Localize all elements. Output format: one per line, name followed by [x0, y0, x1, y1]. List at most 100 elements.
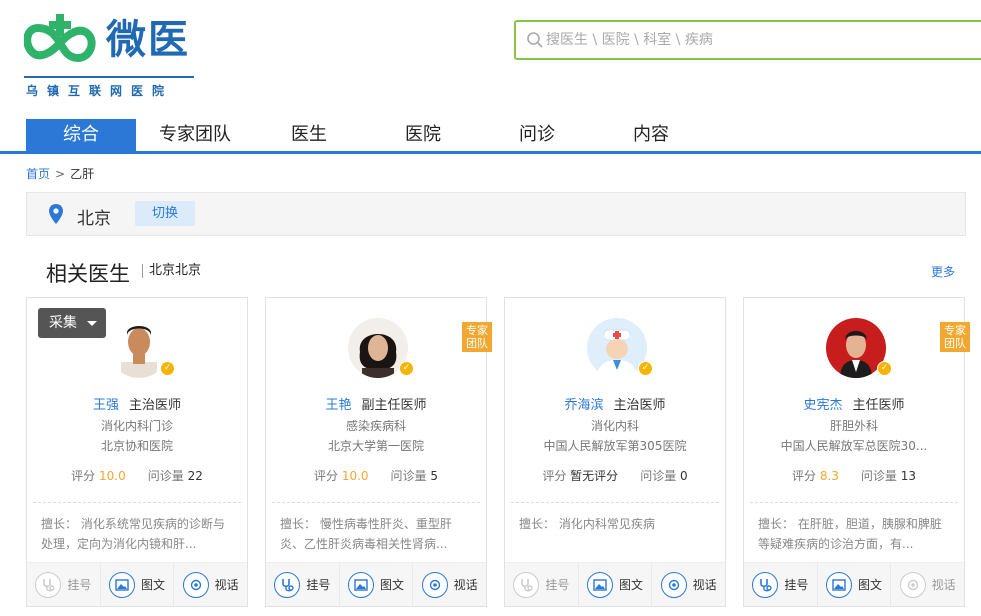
current-city: 北京	[77, 209, 111, 229]
location-pin-icon	[49, 204, 63, 224]
tab-expert-team[interactable]: 专家团队	[140, 119, 250, 151]
expert-team-badge: 专家团队	[462, 322, 492, 352]
register-label: 挂号	[306, 578, 331, 592]
breadcrumb-home-link[interactable]: 首页	[26, 167, 50, 181]
register-label: 挂号	[545, 578, 570, 592]
score-value: 暂无评分	[570, 469, 619, 483]
doctor-name[interactable]: 史宪杰	[803, 398, 842, 413]
avatar[interactable]: ✓	[826, 318, 892, 378]
register-button[interactable]: 挂号	[27, 563, 101, 606]
text-consult-button[interactable]: 图文	[101, 563, 175, 606]
doctor-card[interactable]: ✓ 王强 主治医师 消化内科门诊 北京协和医院 评分 10.0 问诊量 22 擅长：…	[26, 297, 248, 607]
doctor-hospital[interactable]: 中国人民解放军第305医院	[505, 437, 725, 454]
doctor-skill: 擅长： 消化系统常见疾病的诊断与处理，定向为消化内镜和肝...	[41, 514, 235, 556]
text-consult-label: 图文	[380, 578, 405, 592]
text-consult-label: 图文	[858, 578, 883, 592]
avatar[interactable]: ✓	[587, 318, 653, 378]
doctor-title: 副主任医师	[361, 398, 427, 413]
doctor-skill: 擅长： 在肝脏，胆道，胰腺和脾脏等疑难疾病的诊治方面，有...	[758, 514, 952, 556]
doctor-card[interactable]: ✓ 乔海滨 主治医师 消化内科 中国人民解放军第305医院 评分 暂无评分 问诊量 …	[504, 297, 726, 607]
doctor-actions: 挂号 图文 视话	[266, 562, 486, 606]
doctor-hospital[interactable]: 北京协和医院	[27, 437, 247, 454]
video-icon	[182, 571, 209, 598]
video-consult-button[interactable]: 视话	[891, 563, 964, 606]
doctor-department: 消化内科	[590, 419, 639, 433]
skill-prefix: 擅长：	[519, 517, 556, 531]
video-consult-button[interactable]: 视话	[652, 563, 725, 606]
tab-comprehensive[interactable]: 综合	[26, 119, 136, 151]
expert-team-badge: 专家团队	[940, 322, 970, 352]
text-consult-label: 图文	[619, 578, 644, 592]
doctor-name-line: 王强 主治医师	[27, 394, 247, 413]
doctor-department: 肝胆外科	[829, 419, 878, 433]
image-icon	[587, 571, 613, 598]
score-label: 评分	[313, 469, 338, 483]
skill-prefix: 擅长：	[41, 517, 78, 531]
consults-value: 0	[680, 469, 688, 483]
doctor-skill: 擅长： 慢性病毒性肝炎、重型肝炎、乙性肝炎病毒相关性肾病...	[280, 514, 474, 556]
breadcrumb-current: 乙肝	[70, 167, 95, 181]
doctor-hospital[interactable]: 北京大学第一医院	[266, 437, 486, 454]
avatar[interactable]: ✓	[109, 318, 175, 378]
text-consult-button[interactable]: 图文	[579, 563, 653, 606]
score-label: 评分	[542, 469, 567, 483]
stethoscope-icon	[513, 571, 540, 598]
search-box[interactable]	[514, 20, 981, 60]
divider	[750, 502, 958, 503]
doctor-name-line: 乔海滨 主治医师	[505, 394, 725, 413]
logo-mark-icon	[24, 14, 96, 63]
brand-logo[interactable]: 微医 乌镇互联网医院	[24, 12, 200, 102]
consults-value: 13	[900, 469, 917, 483]
search-input[interactable]	[546, 29, 946, 51]
doctor-name[interactable]: 王艳	[325, 398, 351, 413]
text-consult-label: 图文	[141, 578, 166, 592]
video-consult-label: 视话	[931, 578, 956, 592]
image-icon	[109, 571, 135, 598]
collect-button[interactable]: 采集	[38, 308, 106, 338]
verified-badge-icon: ✓	[160, 361, 175, 376]
switch-city-button[interactable]: 切换	[135, 201, 195, 226]
brand-name: 微医	[106, 17, 190, 63]
section-subtitle: 北京北京	[142, 264, 201, 278]
skill-text: 消化内科常见疾病	[558, 517, 655, 531]
score-label: 评分	[71, 469, 96, 483]
register-button[interactable]: 挂号	[266, 563, 340, 606]
tab-hospitals[interactable]: 医院	[368, 119, 478, 151]
doctor-stats: 评分 8.3 问诊量 13	[744, 467, 964, 484]
video-consult-button[interactable]: 视话	[413, 563, 486, 606]
doctor-title: 主治医师	[129, 398, 182, 413]
register-label: 挂号	[67, 578, 92, 592]
text-consult-button[interactable]: 图文	[818, 563, 892, 606]
tab-consultation[interactable]: 问诊	[482, 119, 592, 151]
register-button[interactable]: 挂号	[744, 563, 818, 606]
register-label: 挂号	[784, 578, 809, 592]
brand-divider	[24, 76, 194, 78]
doctor-hospital[interactable]: 中国人民解放军总医院30...	[744, 437, 964, 454]
breadcrumb: 首页 > 乙肝	[26, 165, 94, 182]
chevron-down-icon	[87, 321, 97, 326]
doctor-name[interactable]: 乔海滨	[564, 398, 603, 413]
main-nav: 综合 专家团队 医生 医院 问诊 内容	[0, 119, 981, 154]
score-value: 8.3	[819, 469, 839, 483]
text-consult-button[interactable]: 图文	[340, 563, 414, 606]
consults-value: 5	[430, 469, 439, 483]
skill-prefix: 擅长：	[758, 517, 795, 531]
stethoscope-icon	[274, 571, 301, 598]
video-icon	[660, 571, 687, 598]
collect-label: 采集	[49, 315, 77, 331]
register-button[interactable]: 挂号	[505, 563, 579, 606]
video-consult-button[interactable]: 视话	[174, 563, 247, 606]
doctor-card[interactable]: ✓ 专家团队 史宪杰 主任医师 肝胆外科 中国人民解放军总医院30... 评分 8…	[743, 297, 970, 607]
skill-prefix: 擅长：	[280, 517, 317, 531]
consults-label: 问诊量	[640, 469, 677, 483]
breadcrumb-separator: >	[55, 167, 66, 181]
tab-content[interactable]: 内容	[596, 119, 706, 151]
more-link[interactable]: 更多	[931, 263, 955, 280]
doctor-card[interactable]: ✓ 专家团队 王艳 副主任医师 感染疾病科 北京大学第一医院 评分 10.0 问诊量…	[265, 297, 492, 607]
doctor-actions: 挂号 图文 视话	[27, 562, 247, 606]
avatar[interactable]: ✓	[348, 318, 414, 378]
tab-doctors[interactable]: 医生	[254, 119, 364, 151]
video-consult-label: 视话	[453, 578, 478, 592]
doctor-name[interactable]: 王强	[93, 398, 119, 413]
doctor-stats: 评分 暂无评分 问诊量 0	[505, 467, 725, 484]
